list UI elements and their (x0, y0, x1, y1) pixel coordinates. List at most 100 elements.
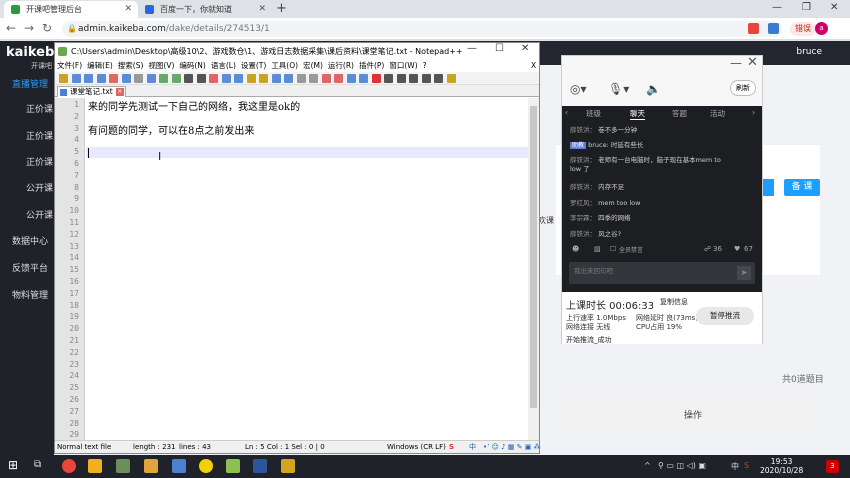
ime-mode[interactable]: 中 (469, 441, 476, 454)
toolbar-button-icon[interactable] (271, 74, 281, 83)
toolbar-button-icon[interactable] (434, 74, 443, 83)
minimize-icon[interactable]: — (467, 43, 477, 54)
menu-file[interactable]: 文件(F) (57, 61, 82, 70)
tab-quiz[interactable]: 答题 (672, 108, 687, 119)
mute-all-checkbox[interactable]: ☐ (610, 245, 616, 253)
tab-baidu[interactable]: 百度一下，你就知道 ✕ (138, 1, 272, 18)
new-tab-button[interactable]: + (276, 1, 287, 16)
tab-prev-icon[interactable]: ‹ (565, 108, 568, 117)
app-icon[interactable] (116, 459, 130, 473)
tab-class[interactable]: 班级 (586, 108, 601, 119)
toolbar-button-icon[interactable] (234, 74, 243, 83)
copy-info-button[interactable]: 复制信息 (660, 297, 688, 307)
menu-tools[interactable]: 工具(O) (271, 61, 298, 70)
user-name[interactable]: bruce (796, 47, 822, 57)
toolbar-button-icon[interactable] (146, 74, 156, 83)
close-doc-icon[interactable]: X (531, 60, 536, 72)
vertical-scrollbar[interactable] (528, 98, 539, 440)
tab-activity[interactable]: 活动 (710, 108, 725, 119)
speaker-icon[interactable]: 🔈 (646, 82, 661, 96)
menu-search[interactable]: 搜索(S) (118, 61, 144, 70)
toolbar-button-icon[interactable] (421, 74, 431, 83)
action-button[interactable] (762, 179, 774, 196)
toolbar-button-icon[interactable] (321, 74, 331, 83)
toolbar-button-icon[interactable] (296, 74, 306, 83)
menu-help[interactable]: ? (423, 61, 427, 70)
app-icon[interactable] (172, 459, 186, 473)
toolbar-button-icon[interactable] (59, 74, 68, 83)
folder-icon[interactable] (144, 459, 158, 473)
microphone-icon[interactable]: 🎙▾ (608, 82, 629, 96)
prepare-lesson-button[interactable]: 备 课 (784, 179, 820, 196)
tab-chat[interactable]: 聊天 (630, 108, 645, 120)
toolbar-button-icon[interactable] (284, 74, 293, 83)
scroll-thumb[interactable] (530, 106, 537, 408)
ime-toolbar-icons[interactable]: •ʼ ☺ ♪ ▦ ✎ ▣ ⁂ (483, 441, 541, 454)
close-tab-icon[interactable]: ✕ (258, 4, 266, 14)
tab-kaikeba-admin[interactable]: 开课吧管理后台 ✕ (4, 1, 138, 18)
toolbar-button-icon[interactable] (346, 74, 356, 83)
error-badge[interactable]: 错误 (790, 22, 816, 36)
minimize-icon[interactable]: — (772, 2, 782, 13)
windows-start-icon[interactable]: ⊞ (8, 458, 18, 472)
youtube-extension-icon[interactable] (748, 23, 759, 34)
app-icon[interactable] (199, 459, 213, 473)
ime-indicator[interactable]: 中 (731, 461, 739, 472)
tray-icons[interactable]: ⚲ ▭ ◫ ◁) ▣ (658, 461, 706, 470)
pause-stream-button[interactable]: 暂停推流 (696, 307, 754, 325)
word-icon[interactable] (253, 459, 267, 473)
toolbar-button-icon[interactable] (221, 74, 231, 83)
toolbar-button-icon[interactable] (209, 74, 218, 83)
chrome-icon[interactable] (62, 459, 76, 473)
close-tab-icon[interactable]: × (115, 88, 124, 96)
toolbar-button-icon[interactable] (84, 74, 93, 83)
system-clock[interactable]: 19:53 2020/10/28 (760, 457, 803, 475)
toolbar-button-icon[interactable] (396, 74, 406, 83)
menu-plugins[interactable]: 插件(P) (359, 61, 384, 70)
toolbar-button-icon[interactable] (371, 74, 381, 83)
toolbar-button-icon[interactable] (171, 74, 181, 83)
sogou-tray-icon[interactable]: S (744, 461, 749, 470)
chat-input[interactable]: 我出来回句吧 ➤ (569, 262, 755, 284)
image-icon[interactable]: ▨ (594, 245, 601, 253)
notepad-taskbar-icon[interactable] (226, 459, 240, 473)
notification-badge[interactable]: 3 (826, 460, 839, 473)
toolbar-button-icon[interactable] (134, 74, 143, 83)
menu-view[interactable]: 视图(V) (148, 61, 174, 70)
reload-icon[interactable]: ↻ (42, 21, 52, 35)
toolbar-button-icon[interactable] (184, 74, 193, 83)
refresh-button[interactable]: 刷新 (730, 80, 756, 96)
menu-language[interactable]: 语言(L) (211, 61, 236, 70)
toolbar-button-icon[interactable] (121, 74, 131, 83)
extension-icon[interactable] (768, 23, 779, 34)
camera-icon[interactable]: ◎▾ (570, 82, 587, 96)
toolbar-button-icon[interactable] (71, 74, 81, 83)
toolbar-button-icon[interactable] (359, 74, 368, 83)
toolbar-button-icon[interactable] (446, 74, 456, 83)
forward-icon[interactable]: → (24, 21, 34, 35)
task-view-icon[interactable]: ⧉ (34, 459, 41, 470)
minimize-icon[interactable]: — (730, 56, 742, 70)
toolbar-button-icon[interactable] (109, 74, 118, 83)
toolbar-button-icon[interactable] (409, 74, 418, 83)
maximize-icon[interactable]: ☐ (495, 43, 504, 54)
toolbar-button-icon[interactable] (309, 74, 318, 83)
toolbar-button-icon[interactable] (259, 74, 268, 83)
tab-next-icon[interactable]: › (752, 108, 755, 117)
back-icon[interactable]: ← (6, 21, 16, 35)
menu-run[interactable]: 运行(R) (328, 61, 354, 70)
menu-window[interactable]: 窗口(W) (389, 61, 417, 70)
sogou-ime-icon[interactable]: S (449, 441, 454, 454)
close-tab-icon[interactable]: ✕ (124, 4, 132, 14)
toolbar-button-icon[interactable] (334, 74, 343, 83)
toolbar-button-icon[interactable] (96, 74, 106, 83)
file-explorer-icon[interactable] (88, 459, 102, 473)
address-bar[interactable]: 🔒 admin.kaikeba.com/dake/details/274513/… (62, 21, 782, 37)
menu-macro[interactable]: 宏(M) (303, 61, 323, 70)
close-window-icon[interactable]: ✕ (830, 2, 838, 13)
toolbar-button-icon[interactable] (384, 74, 393, 83)
tray-expand-icon[interactable]: ^ (644, 461, 651, 470)
close-icon[interactable]: ✕ (521, 43, 529, 54)
menu-settings[interactable]: 设置(T) (241, 61, 266, 70)
menu-encoding[interactable]: 编码(N) (179, 61, 205, 70)
